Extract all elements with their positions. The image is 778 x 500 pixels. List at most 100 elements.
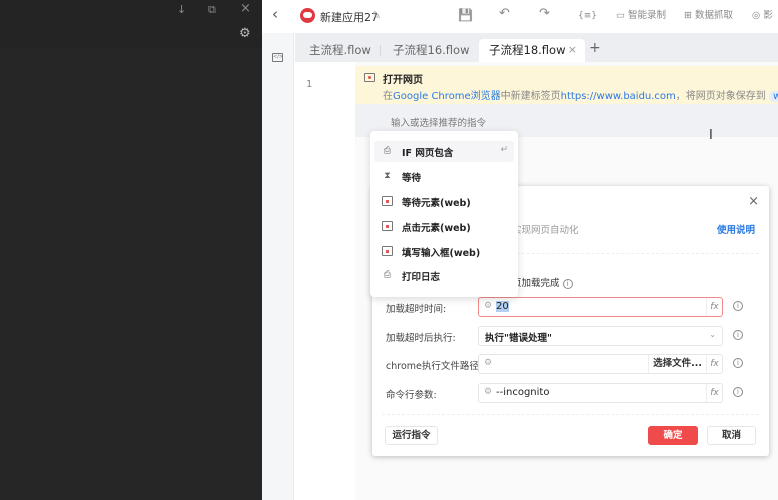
left-dark-panel: ↓ ⧉ × ⚙: [0, 0, 262, 500]
chevron-down-icon: ⌄: [709, 330, 716, 339]
top-toolbar: ‹ 新建应用27 ✎ 💾 ↶ ↷ {≡} ▭ 智能录制 ⊞ 数据抓取 ◎ 影: [262, 0, 778, 33]
field-label: 命令行参数:: [386, 390, 437, 401]
field-label: 加载超时后执行:: [386, 333, 456, 344]
confirm-button[interactable]: 确定: [648, 426, 698, 445]
dropdown-item-label: 点击元素(web): [402, 223, 471, 234]
tab-separator: [379, 45, 381, 56]
info-icon[interactable]: i: [562, 278, 573, 289]
more-button[interactable]: ◎ 影: [752, 8, 773, 24]
dropdown-item-label: 等待元素(web): [402, 198, 471, 209]
left-panel-header: [0, 0, 262, 48]
circle-icon: ◎: [752, 10, 764, 21]
add-tab-icon[interactable]: +: [589, 40, 601, 56]
if-page-contains-icon: ⎙: [383, 146, 392, 156]
tab-subflow-16[interactable]: 子流程16.flow: [383, 39, 479, 62]
info-icon[interactable]: i: [733, 301, 743, 311]
help-link[interactable]: 使用说明: [717, 222, 755, 236]
smart-record-button[interactable]: ▭ 智能录制: [616, 8, 666, 24]
fx-button[interactable]: fx: [706, 298, 722, 316]
command-input[interactable]: 输入或选择推荐的指令: [391, 115, 486, 129]
divider: [382, 414, 759, 415]
run-command-button[interactable]: 运行指令: [385, 426, 438, 445]
download-icon[interactable]: ↓: [177, 4, 186, 16]
line-number: 1: [306, 79, 313, 90]
back-icon[interactable]: ‹: [272, 6, 278, 22]
dropdown-item-print-log[interactable]: ⎙ 打印日志: [374, 265, 514, 286]
tab-label: 主流程.flow: [309, 43, 371, 57]
dropdown-item-if-page-contains[interactable]: ⎙ IF 网页包含 ↵: [374, 141, 514, 162]
tab-bar: 主流程.flow 子流程16.flow 子流程18.flow × +: [295, 33, 778, 62]
gear-icon[interactable]: ⚙: [239, 27, 251, 40]
redo-icon[interactable]: ↷: [539, 6, 550, 22]
variable-chip[interactable]: web_page: [768, 91, 778, 102]
field-label: chrome执行文件路径:: [386, 361, 483, 372]
enter-icon: ↵: [500, 145, 508, 155]
flow-step-open-webpage[interactable]: 打开网页 在Google Chrome浏览器中新建标签页https://www.…: [355, 66, 778, 104]
tab-subflow-18[interactable]: 子流程18.flow ×: [479, 39, 585, 62]
text-cursor-icon: I: [709, 128, 713, 143]
save-icon[interactable]: 💾: [458, 7, 473, 23]
tab-label: 子流程18.flow: [489, 43, 566, 57]
fx-button[interactable]: fx: [706, 384, 722, 402]
dialog-close-icon[interactable]: ×: [748, 194, 759, 209]
variables-icon[interactable]: {≡}: [578, 8, 597, 24]
on-timeout-select[interactable]: 执行"错误处理" ⌄: [478, 326, 723, 346]
print-log-icon: ⎙: [383, 270, 392, 280]
video-icon: ▭: [616, 10, 628, 21]
field-label: 加载超时时间:: [386, 304, 447, 315]
info-icon[interactable]: i: [733, 330, 743, 340]
tab-main-flow[interactable]: 主流程.flow: [299, 39, 381, 62]
command-suggestion-dropdown: ⎙ IF 网页包含 ↵ ⧗ 等待 等待元素(web) 点击元素(web) 填写输…: [370, 131, 518, 297]
info-icon[interactable]: i: [733, 358, 743, 368]
edit-title-icon[interactable]: ✎: [372, 8, 381, 24]
python-icon: ⚙: [484, 301, 493, 311]
close-icon[interactable]: ×: [240, 2, 251, 15]
info-icon[interactable]: i: [733, 387, 743, 397]
fill-input-icon: [382, 246, 393, 256]
wait-element-icon: [382, 196, 393, 206]
app-title: 新建应用27: [320, 11, 378, 24]
wait-load-checkbox-label[interactable]: 页加载完成 i: [512, 275, 573, 289]
app-logo-icon: [300, 8, 315, 23]
data-scrape-label: 数据抓取: [694, 10, 733, 21]
cmd-args-value[interactable]: --incognito: [496, 387, 549, 398]
dropdown-item-wait-element[interactable]: 等待元素(web): [374, 191, 514, 212]
dropdown-item-wait[interactable]: ⧗ 等待: [374, 166, 514, 187]
tab-label: 子流程16.flow: [393, 43, 470, 57]
field-row-cmd-args: 命令行参数: ⚙ --incognito fx i: [386, 383, 766, 403]
field-row-timeout: 加载超时时间: ⚙ 20 fx i: [386, 297, 766, 317]
data-scrape-button[interactable]: ⊞ 数据抓取: [684, 8, 733, 24]
step-description: 在Google Chrome浏览器中新建标签页https://www.baidu…: [383, 87, 778, 102]
dropdown-item-label: 等待: [402, 173, 422, 184]
dropdown-item-label: 填写输入框(web): [402, 248, 481, 259]
line-gutter: 1: [295, 62, 355, 500]
field-row-chrome-path: chrome执行文件路径: ⚙ 选择文件... fx i: [386, 354, 766, 374]
popout-icon[interactable]: ⧉: [208, 4, 216, 16]
step-name: 打开网页: [383, 75, 423, 86]
console-icon[interactable]: </>: [272, 53, 283, 62]
field-row-on-timeout: 加载超时后执行: 执行"错误处理" ⌄ i: [386, 326, 766, 346]
timeout-input[interactable]: ⚙ 20 fx: [478, 297, 723, 317]
dialog-description: 实现网页自动化: [512, 225, 579, 236]
chrome-path-input[interactable]: ⚙ 选择文件... fx: [478, 354, 723, 374]
cancel-button[interactable]: 取消: [707, 426, 756, 445]
dropdown-item-click-element[interactable]: 点击元素(web): [374, 216, 514, 237]
hourglass-icon: ⧗: [384, 171, 391, 181]
tab-close-icon[interactable]: ×: [568, 39, 577, 61]
selected-value: 执行"错误处理": [485, 333, 552, 344]
dropdown-item-label: IF 网页包含: [402, 148, 454, 159]
undo-icon[interactable]: ↶: [499, 6, 510, 22]
smart-record-label: 智能录制: [628, 10, 667, 21]
fx-button[interactable]: fx: [706, 355, 722, 373]
python-icon: ⚙: [484, 358, 493, 368]
dropdown-item-fill-input[interactable]: 填写输入框(web): [374, 241, 514, 262]
choose-file-button[interactable]: 选择文件...: [648, 355, 706, 373]
more-label: 影: [763, 10, 773, 21]
table-icon: ⊞: [684, 10, 695, 21]
dropdown-item-label: 打印日志: [402, 272, 441, 283]
cmd-args-input[interactable]: ⚙ --incognito fx: [478, 383, 723, 403]
browser-icon: [364, 73, 375, 82]
timeout-value[interactable]: 20: [496, 301, 509, 312]
python-icon: ⚙: [484, 387, 493, 397]
left-sidebar: </>: [262, 33, 294, 500]
